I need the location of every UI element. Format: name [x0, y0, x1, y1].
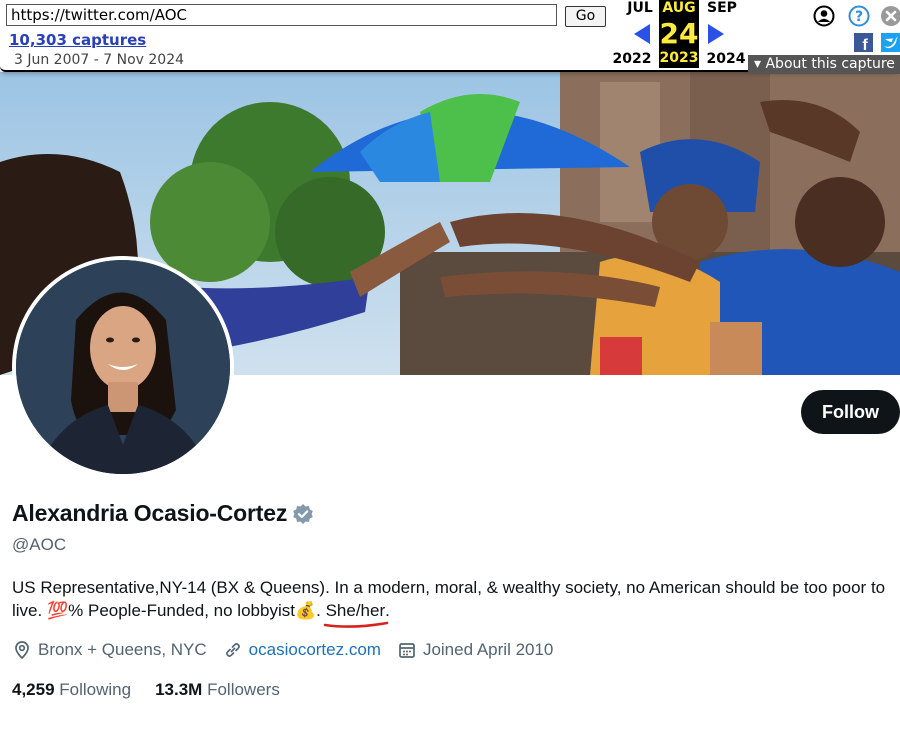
facebook-icon[interactable]: f — [854, 33, 873, 52]
prev-capture-arrow-icon[interactable] — [634, 24, 650, 44]
joined-date-text: Joined April 2010 — [422, 640, 554, 659]
link-icon — [225, 643, 240, 657]
user-circle-icon[interactable] — [813, 5, 835, 27]
followers-stat[interactable]: 13.3M Followers — [155, 680, 280, 700]
avatar-photo — [16, 260, 230, 474]
pronouns: She/her — [323, 601, 388, 628]
following-stat[interactable]: 4,259 Following — [12, 680, 131, 700]
hundred-points-emoji: 💯 — [46, 601, 69, 620]
location-item: Bronx + Queens, NYC — [12, 640, 207, 660]
capture-date-range: 3 Jun 2007 - 7 Nov 2024 — [14, 52, 185, 68]
bio-text-3: . — [316, 601, 326, 620]
profile-bio: US Representative,NY-14 (BX & Queens). I… — [12, 576, 892, 628]
captures-link[interactable]: 10,303 captures — [9, 31, 146, 49]
caret-down-icon: ▾ — [754, 56, 766, 72]
next-year-link[interactable]: 2024 — [704, 51, 748, 67]
location-pin-icon — [15, 641, 29, 660]
about-capture-dropdown[interactable]: ▾ About this capture — [748, 55, 900, 74]
location-text: Bronx + Queens, NYC — [38, 640, 207, 659]
about-capture-label: About this capture — [765, 56, 895, 72]
pronouns-text: She/her — [325, 601, 386, 620]
profile-name-row: Alexandria Ocasio-Cortez — [12, 500, 314, 527]
prev-year-link[interactable]: 2022 — [610, 51, 654, 67]
next-capture-arrow-icon[interactable] — [708, 24, 724, 44]
following-count: 4,259 — [12, 680, 55, 699]
verified-badge-icon[interactable] — [292, 503, 314, 525]
profile-handle: @AOC — [12, 535, 67, 554]
help-icon[interactable]: ? — [848, 5, 870, 27]
svg-text:?: ? — [855, 9, 863, 25]
current-year-label: 2023 — [659, 50, 699, 68]
profile-avatar[interactable] — [12, 256, 234, 478]
red-underline-annotation — [323, 621, 388, 628]
calendar-icon — [399, 643, 415, 658]
bio-text-2: % People-Funded, no lobbyist — [68, 601, 295, 620]
website-item[interactable]: ocasiocortez.com — [223, 640, 381, 660]
prev-month-link[interactable]: JUL — [622, 0, 658, 16]
display-name: Alexandria Ocasio-Cortez — [12, 500, 288, 526]
next-month-link[interactable]: SEP — [704, 0, 740, 16]
profile-meta-row: Bronx + Queens, NYC ocasiocortez.com Joi… — [12, 640, 569, 660]
close-icon[interactable] — [880, 5, 900, 27]
bio-text-end: . — [385, 601, 390, 620]
current-month-label: AUG — [659, 0, 699, 18]
follow-button[interactable]: Follow — [801, 390, 900, 434]
joined-item: Joined April 2010 — [397, 640, 553, 660]
current-day-label: 24 — [659, 17, 699, 50]
wayback-url-input[interactable] — [6, 4, 557, 26]
following-label: Following — [59, 680, 132, 699]
wayback-toolbar: Go 10,303 captures 3 Jun 2007 - 7 Nov 20… — [0, 0, 900, 74]
money-bag-emoji: 💰 — [294, 601, 317, 620]
wayback-go-button[interactable]: Go — [565, 6, 606, 27]
twitter-icon[interactable] — [881, 33, 900, 52]
followers-label: Followers — [207, 680, 280, 699]
svg-text:f: f — [862, 37, 868, 52]
follow-stats-row: 4,259 Following 13.3M Followers — [12, 680, 304, 700]
followers-count: 13.3M — [155, 680, 203, 699]
website-link[interactable]: ocasiocortez.com — [249, 640, 381, 660]
